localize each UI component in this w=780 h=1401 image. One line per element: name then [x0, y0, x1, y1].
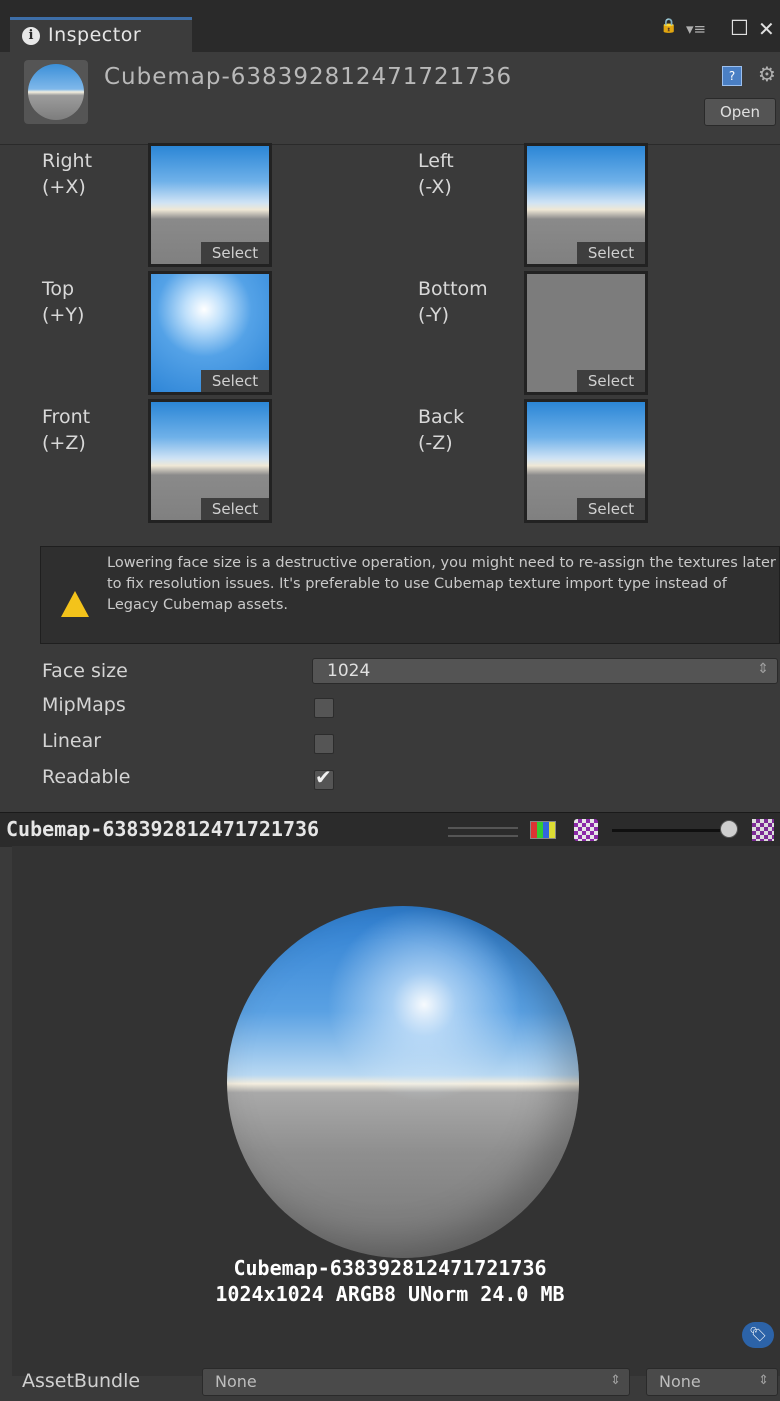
face-label-top: Top (+Y)	[42, 278, 85, 326]
open-button[interactable]: Open	[704, 98, 776, 126]
gear-icon[interactable]: ⚙	[758, 62, 776, 86]
menu-icon[interactable]: ▾≡	[686, 20, 706, 38]
linear-label: Linear	[42, 730, 102, 752]
dropdown-arrow-icon: ⇕	[758, 1373, 769, 1388]
preview-asset-details: 1024x1024 ARGB8 UNorm 24.0 MB	[215, 1282, 565, 1306]
dropdown-arrow-icon: ⇕	[610, 1373, 621, 1388]
face-slot-front[interactable]: Select	[148, 399, 272, 523]
warning-text: Lowering face size is a destructive oper…	[107, 555, 776, 613]
asset-thumbnail	[24, 60, 88, 124]
readable-label: Readable	[42, 766, 131, 788]
window-titlebar: i Inspector 🔒 ▾≡ ☐ ✕	[0, 0, 780, 52]
face-slot-back[interactable]: Select	[524, 399, 648, 523]
face-slot-right[interactable]: Select	[148, 143, 272, 267]
drag-handle[interactable]	[448, 827, 518, 837]
warning-box: Lowering face size is a destructive oper…	[40, 546, 780, 644]
assetbundle-label: AssetBundle	[22, 1370, 141, 1392]
assetbundle-name-value: None	[215, 1372, 257, 1391]
select-button-back[interactable]: Select	[577, 498, 645, 520]
select-button-front[interactable]: Select	[201, 498, 269, 520]
rgb-channel-icon[interactable]	[530, 821, 556, 839]
face-label-right: Right (+X)	[42, 150, 93, 198]
tab-inspector[interactable]: i Inspector	[10, 17, 192, 52]
face-slot-left[interactable]: Select	[524, 143, 648, 267]
face-label-front: Front (+Z)	[42, 406, 91, 454]
preview-title: Cubemap-638392812471721736	[6, 817, 320, 841]
select-button-top[interactable]: Select	[201, 370, 269, 392]
face-slot-bottom[interactable]: Select	[524, 271, 648, 395]
face-size-value: 1024	[327, 661, 371, 681]
face-label-bottom: Bottom (-Y)	[418, 278, 488, 326]
select-button-left[interactable]: Select	[577, 242, 645, 264]
mipmaps-label: MipMaps	[42, 694, 126, 716]
face-slot-top[interactable]: Select	[148, 271, 272, 395]
inspector-header: Cubemap-638392812471721736 ? ⚙ Open	[0, 52, 780, 145]
face-label-left: Left (-X)	[418, 150, 454, 198]
select-button-bottom[interactable]: Select	[577, 370, 645, 392]
alpha-channel-icon[interactable]	[574, 819, 598, 841]
linear-checkbox[interactable]	[314, 734, 334, 754]
info-icon: i	[22, 27, 40, 45]
close-icon[interactable]: ✕	[758, 17, 775, 41]
readable-checkbox[interactable]: ✔	[314, 765, 334, 790]
label-tag-icon[interactable]: 🏷	[742, 1322, 774, 1348]
face-size-label: Face size	[42, 660, 128, 682]
select-button-right[interactable]: Select	[201, 242, 269, 264]
asset-title: Cubemap-638392812471721736	[104, 64, 513, 90]
tab-label: Inspector	[48, 24, 142, 46]
dropdown-arrow-icon: ⇕	[757, 661, 769, 677]
mip-level-slider-thumb[interactable]	[720, 820, 738, 838]
assetbundle-variant-dropdown[interactable]: None ⇕	[646, 1368, 778, 1396]
lock-icon[interactable]: 🔒	[660, 18, 677, 34]
cubemap-preview-sphere[interactable]	[227, 906, 579, 1258]
face-label-back: Back (-Z)	[418, 406, 465, 454]
maximize-icon[interactable]: ☐	[730, 16, 749, 40]
help-icon[interactable]: ?	[722, 66, 742, 86]
assetbundle-variant-value: None	[659, 1372, 701, 1391]
checker-icon[interactable]	[752, 819, 774, 841]
mipmaps-checkbox[interactable]	[314, 698, 334, 718]
assetbundle-name-dropdown[interactable]: None ⇕	[202, 1368, 630, 1396]
face-size-dropdown[interactable]: 1024 ⇕	[312, 658, 778, 684]
mip-level-slider[interactable]	[612, 829, 732, 832]
warning-icon	[61, 591, 89, 617]
preview-toolbar: Cubemap-638392812471721736	[0, 812, 780, 847]
preview-asset-name: Cubemap-638392812471721736	[233, 1256, 547, 1280]
checkmark-icon: ✔	[315, 765, 332, 789]
